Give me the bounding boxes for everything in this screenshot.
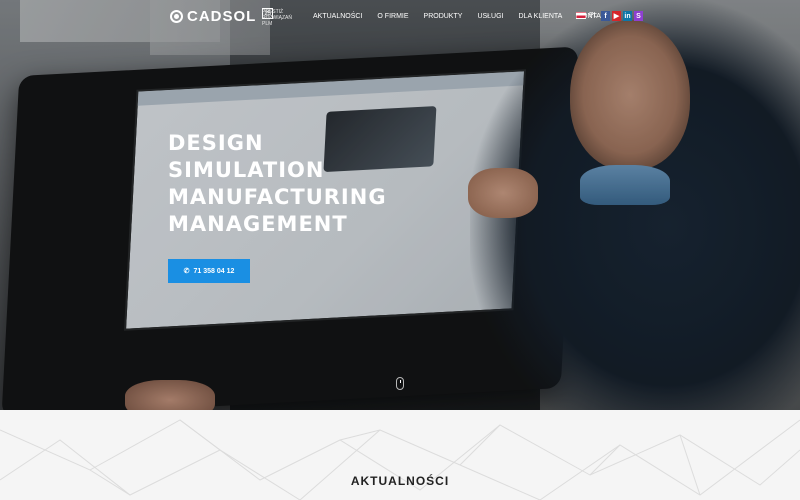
nav-item-news[interactable]: AKTUALNOŚCI [313, 13, 362, 20]
hero-banner [0, 0, 800, 410]
cadsol-logo[interactable]: CADSOL 25 [170, 8, 274, 25]
hero-headline: DESIGN SIMULATION MANUFACTURING MANAGEME… [168, 130, 387, 238]
phone-icon: ✆ [183, 268, 190, 275]
facebook-icon[interactable]: f [601, 11, 610, 21]
nav-item-products[interactable]: PRODUKTY [424, 13, 463, 20]
language-label: PL [589, 12, 598, 19]
phone-button[interactable]: ✆ 71 358 04 12 [168, 259, 250, 283]
s-icon[interactable]: S [634, 11, 643, 21]
headline-line: SIMULATION [168, 158, 325, 182]
hero-overlay [0, 0, 800, 410]
scroll-mouse-icon[interactable] [396, 377, 404, 390]
logo-text: CADSOL [187, 8, 257, 25]
flag-pl-icon [576, 12, 586, 19]
nav-item-for-client[interactable]: DLA KLIENTA [519, 13, 563, 20]
nav-item-services[interactable]: USŁUGI [477, 13, 503, 20]
site-header: CADSOL 25 PRESTIŻ ROZWIĄZAŃ PLM AKTUALNO… [0, 0, 800, 36]
language-switcher[interactable]: PL [576, 12, 598, 19]
phone-number: 71 358 04 12 [193, 267, 235, 275]
headline-line: MANAGEMENT [168, 212, 348, 236]
headline-line: DESIGN [168, 131, 264, 155]
youtube-icon[interactable]: ▶ [612, 11, 621, 21]
tagline: PRESTIŻ ROZWIĄZAŃ PLM [262, 9, 292, 27]
section-title: AKTUALNOŚCI [350, 474, 450, 488]
headline-line: MANUFACTURING [168, 185, 387, 209]
logo-icon [170, 10, 183, 23]
social-links: f ▶ in S [601, 11, 643, 21]
linkedin-icon[interactable]: in [623, 11, 632, 21]
news-section: AKTUALNOŚCI [0, 410, 800, 500]
nav-item-about[interactable]: O FIRMIE [377, 13, 408, 20]
